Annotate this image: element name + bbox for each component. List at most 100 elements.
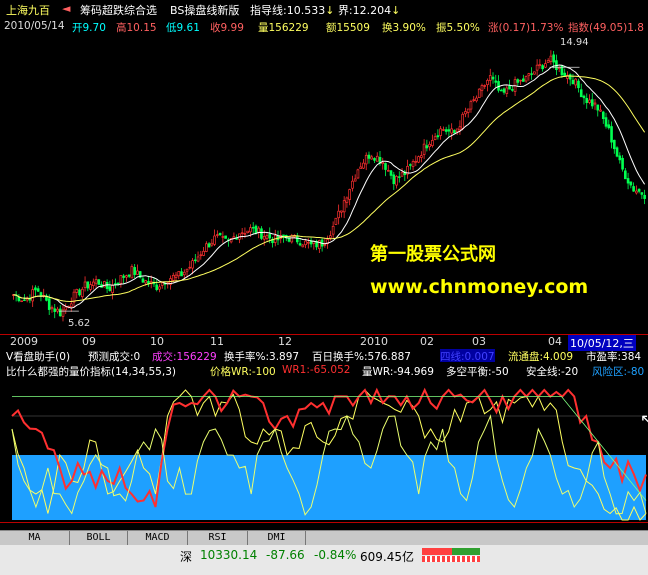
panel1-name[interactable]: V看盘助手(0) — [6, 349, 70, 362]
date-tick: 12 — [278, 335, 292, 348]
candle-up — [411, 161, 415, 167]
panel2-safety: 安全线:-20 — [526, 366, 579, 377]
candle-up — [417, 156, 420, 163]
candle-up — [475, 97, 478, 102]
candle-up — [433, 136, 437, 140]
panel2-name[interactable]: 比什么都强的量价指标(14,34,55,3) — [6, 364, 176, 377]
arrow-left-icon[interactable]: ◄ — [62, 2, 70, 15]
candle-up — [216, 234, 219, 236]
candle-down — [28, 299, 32, 301]
candle-down — [36, 288, 40, 292]
candle-up — [428, 143, 431, 148]
ma-white-line — [13, 64, 646, 309]
candle-up — [472, 99, 476, 101]
candle-down — [541, 65, 544, 70]
candle-up — [50, 306, 54, 310]
candle-up — [318, 240, 321, 250]
candle-down — [105, 281, 109, 289]
candle-up — [359, 166, 363, 169]
candle-up — [158, 286, 161, 290]
candle-up — [136, 270, 139, 275]
candle-up — [205, 243, 208, 252]
candle-down — [78, 289, 81, 296]
candle-down — [585, 97, 589, 103]
candle-down — [530, 73, 533, 75]
high-price-label: 14.94 — [560, 37, 589, 48]
panel2-header: 比什么都强的量价指标(14,34,55,3) 价格WR:-100 WR1:-65… — [0, 363, 648, 377]
candle-up — [635, 190, 638, 194]
candle-up — [469, 101, 473, 110]
candle-down — [193, 259, 197, 262]
candle-down — [180, 271, 183, 277]
candle-down — [610, 126, 613, 143]
candle-up — [356, 169, 360, 179]
candle-up — [353, 178, 357, 182]
candle-up — [351, 180, 354, 189]
quote-date: 2010/05/14 — [4, 20, 65, 32]
date-tick: 09 — [82, 335, 96, 348]
candle-down — [510, 89, 514, 91]
formula-name[interactable]: 筹码超跌综合选 — [80, 2, 157, 18]
candle-up — [364, 154, 368, 165]
candle-down — [53, 308, 57, 312]
mouse-cursor-icon: ↖ — [640, 410, 648, 429]
stock-name[interactable]: 上海九百 — [6, 2, 50, 18]
candle-down — [34, 287, 37, 291]
candle-up — [89, 284, 92, 290]
candle-up — [262, 235, 266, 240]
status-bar: 深 10330.14 -87.66 -0.84% 609.45亿 — [0, 545, 648, 575]
candle-up — [213, 235, 216, 245]
candle-down — [295, 235, 299, 243]
candle-up — [56, 308, 59, 312]
candle-up — [185, 268, 189, 272]
candle-down — [522, 78, 525, 82]
indicator-tab-bar: MA BOLL MACD RSI DMI — [0, 530, 648, 546]
candle-up — [488, 75, 492, 81]
candle-down — [447, 129, 451, 132]
candle-up — [301, 244, 305, 248]
candle-down — [58, 308, 62, 317]
candle-up — [240, 232, 244, 234]
quote-low: 低9.61 — [166, 22, 200, 34]
candle-up — [182, 271, 186, 276]
candle-down — [254, 225, 258, 234]
candle-up — [400, 172, 404, 177]
candle-up — [342, 200, 346, 213]
candle-up — [323, 243, 327, 246]
guide-value: 10.533 — [286, 4, 326, 17]
candle-down — [568, 74, 572, 80]
candle-up — [450, 128, 453, 134]
date-tick: 04 — [548, 335, 562, 348]
candle-up — [480, 85, 484, 91]
candle-down — [287, 237, 291, 242]
bs-name[interactable]: BS操盘线新版 — [170, 2, 239, 18]
candle-up — [362, 162, 365, 169]
candle-down — [436, 135, 440, 138]
candle-down — [624, 170, 627, 180]
candle-up — [593, 102, 597, 105]
index-value: 10330.14 — [200, 548, 258, 562]
candle-up — [334, 217, 338, 225]
candle-up — [246, 230, 249, 233]
candle-up — [486, 80, 489, 85]
tab-dmi[interactable]: DMI — [248, 531, 306, 546]
tab-ma[interactable]: MA — [0, 531, 70, 546]
watermark-url: www.chnmoney.com — [370, 276, 589, 298]
indicator-chart[interactable] — [0, 386, 648, 524]
candle-up — [381, 161, 385, 165]
candle-up — [455, 128, 459, 133]
date-tick: 11 — [210, 335, 224, 348]
tab-macd[interactable]: MACD — [128, 531, 188, 546]
candle-up — [483, 85, 487, 87]
ma-yellow-line — [13, 75, 646, 303]
date-tick: 02 — [420, 335, 434, 348]
candle-down — [409, 164, 412, 166]
candle-down — [47, 298, 51, 310]
panel1-hidden: 四线:0.007 — [440, 349, 495, 362]
tab-boll[interactable]: BOLL — [70, 531, 128, 546]
candle-down — [268, 233, 272, 239]
candle-up — [144, 280, 148, 284]
tab-rsi[interactable]: RSI — [188, 531, 248, 546]
guide-label: 指导线: — [250, 4, 287, 17]
candle-up — [103, 281, 106, 288]
